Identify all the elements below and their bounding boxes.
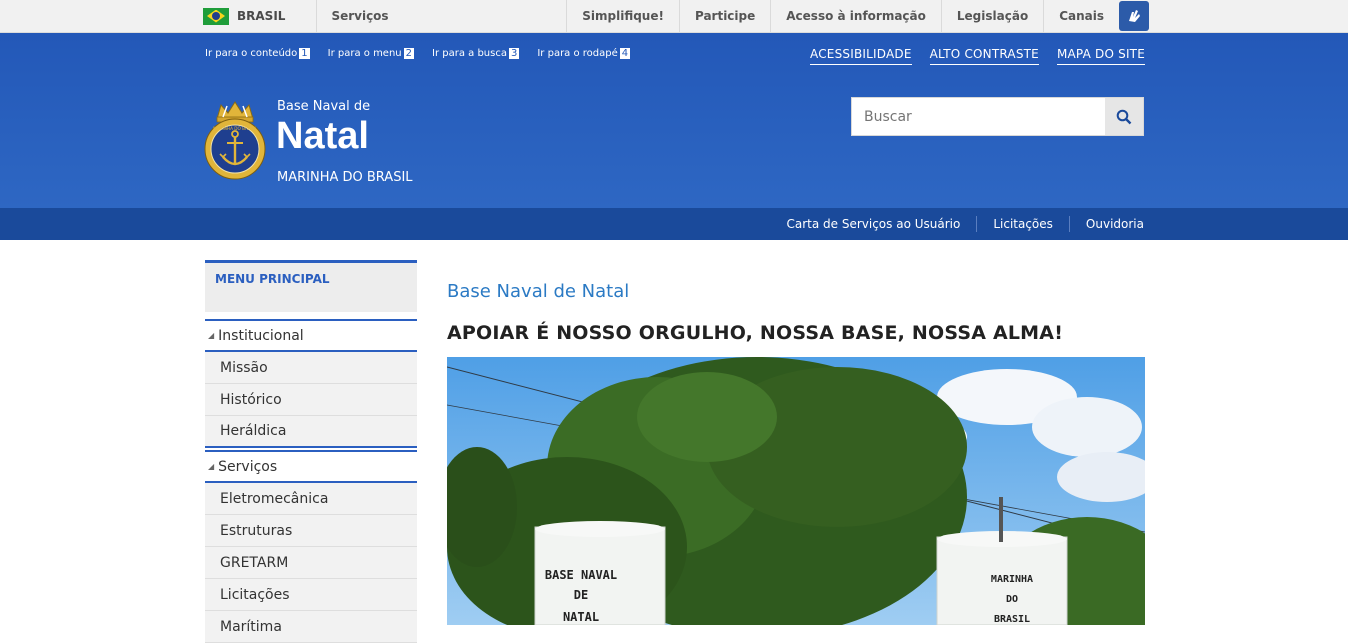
svg-text:NATAL: NATAL — [563, 610, 599, 624]
skip-link-menu[interactable]: Ir para o menu 2 — [328, 48, 415, 59]
accessibility-link[interactable]: ACESSIBILIDADE — [810, 47, 912, 65]
svg-text:BASE NAVAL: BASE NAVAL — [545, 568, 617, 582]
brand-prefix: Base Naval de — [277, 99, 371, 114]
gov-services-link[interactable]: Serviços — [331, 9, 388, 23]
menu-item-gretarm[interactable]: GRETARM — [205, 547, 417, 579]
headline: APOIAR É NOSSO ORGULHO, NOSSA BASE, NOSS… — [447, 322, 1064, 344]
vlibras-hands-icon[interactable] — [1119, 1, 1149, 31]
service-link-carta[interactable]: Carta de Serviços ao Usuário — [770, 216, 976, 232]
service-bar: Carta de Serviços ao Usuário Licitações … — [0, 208, 1348, 240]
marinha-emblem-logo[interactable]: MARINHA DO BRASIL — [203, 99, 267, 181]
svg-text:MARINHA DO BRASIL: MARINHA DO BRASIL — [213, 126, 257, 131]
skip-link-search[interactable]: Ir para a busca 3 — [432, 48, 520, 59]
svg-text:BRASIL: BRASIL — [994, 614, 1030, 625]
base-entrance-photo: BASE NAVAL DE NATAL MARINHA DO BRASIL — [447, 357, 1145, 625]
gov-link-canais[interactable]: Canais — [1043, 0, 1119, 32]
sitemap-link[interactable]: MAPA DO SITE — [1056, 47, 1145, 65]
brand-organization: MARINHA DO BRASIL — [277, 170, 413, 185]
search-icon — [1116, 109, 1132, 124]
svg-text:MARINHA: MARINHA — [991, 574, 1033, 585]
menu-item-estruturas[interactable]: Estruturas — [205, 515, 417, 547]
menu-section-servicos[interactable]: ◢ Serviços — [205, 450, 417, 483]
svg-text:DE: DE — [574, 588, 588, 602]
skip-link-footer[interactable]: Ir para o rodapé 4 — [537, 48, 631, 59]
brand-name[interactable]: Natal — [276, 115, 369, 158]
high-contrast-link[interactable]: ALTO CONTRASTE — [929, 47, 1039, 65]
brazil-flag-icon[interactable] — [203, 7, 229, 25]
gov-link-participe[interactable]: Participe — [678, 0, 770, 32]
menu-section-institucional[interactable]: ◢ Institucional — [205, 319, 417, 352]
menu-item-historico[interactable]: Histórico — [205, 384, 417, 416]
gov-brasil-link[interactable]: BRASIL — [237, 9, 285, 23]
search-button[interactable] — [1105, 98, 1143, 135]
gov-top-bar: BRASIL Serviços Simplifique! Participe A… — [0, 0, 1348, 33]
menu-item-licitacoes[interactable]: Licitações — [205, 579, 417, 611]
search-box — [851, 97, 1144, 136]
skip-links: Ir para o conteúdo 1 Ir para o menu 2 Ir p… — [205, 48, 631, 59]
search-input[interactable] — [852, 98, 1105, 135]
collapse-triangle-icon: ◢ — [208, 331, 215, 340]
accessibility-links: ACESSIBILIDADE ALTO CONTRASTE MAPA DO SI… — [810, 47, 1145, 65]
gov-links: Simplifique! Participe Acesso à informaç… — [566, 0, 1149, 32]
menu-item-missao[interactable]: Missão — [205, 352, 417, 384]
page-title: Base Naval de Natal — [447, 281, 630, 302]
service-link-licitacoes[interactable]: Licitações — [976, 216, 1069, 232]
skip-link-content[interactable]: Ir para o conteúdo 1 — [205, 48, 310, 59]
gov-link-legislacao[interactable]: Legislação — [940, 0, 1043, 32]
menu-item-maritima[interactable]: Marítima — [205, 611, 417, 643]
menu-item-eletromecanica[interactable]: Eletromecânica — [205, 483, 417, 515]
gov-link-simplifique[interactable]: Simplifique! — [566, 0, 679, 32]
menu-title: MENU PRINCIPAL — [205, 260, 417, 312]
svg-text:DO: DO — [1006, 594, 1018, 605]
menu-item-heraldica[interactable]: Heráldica — [205, 416, 417, 448]
service-link-ouvidoria[interactable]: Ouvidoria — [1068, 216, 1144, 232]
main-menu: MENU PRINCIPAL ◢ Institucional Missão His… — [205, 260, 417, 643]
collapse-triangle-icon: ◢ — [208, 462, 215, 471]
site-header: Ir para o conteúdo 1 Ir para o menu 2 Ir p… — [0, 33, 1348, 208]
gov-link-acesso[interactable]: Acesso à informação — [770, 0, 941, 32]
